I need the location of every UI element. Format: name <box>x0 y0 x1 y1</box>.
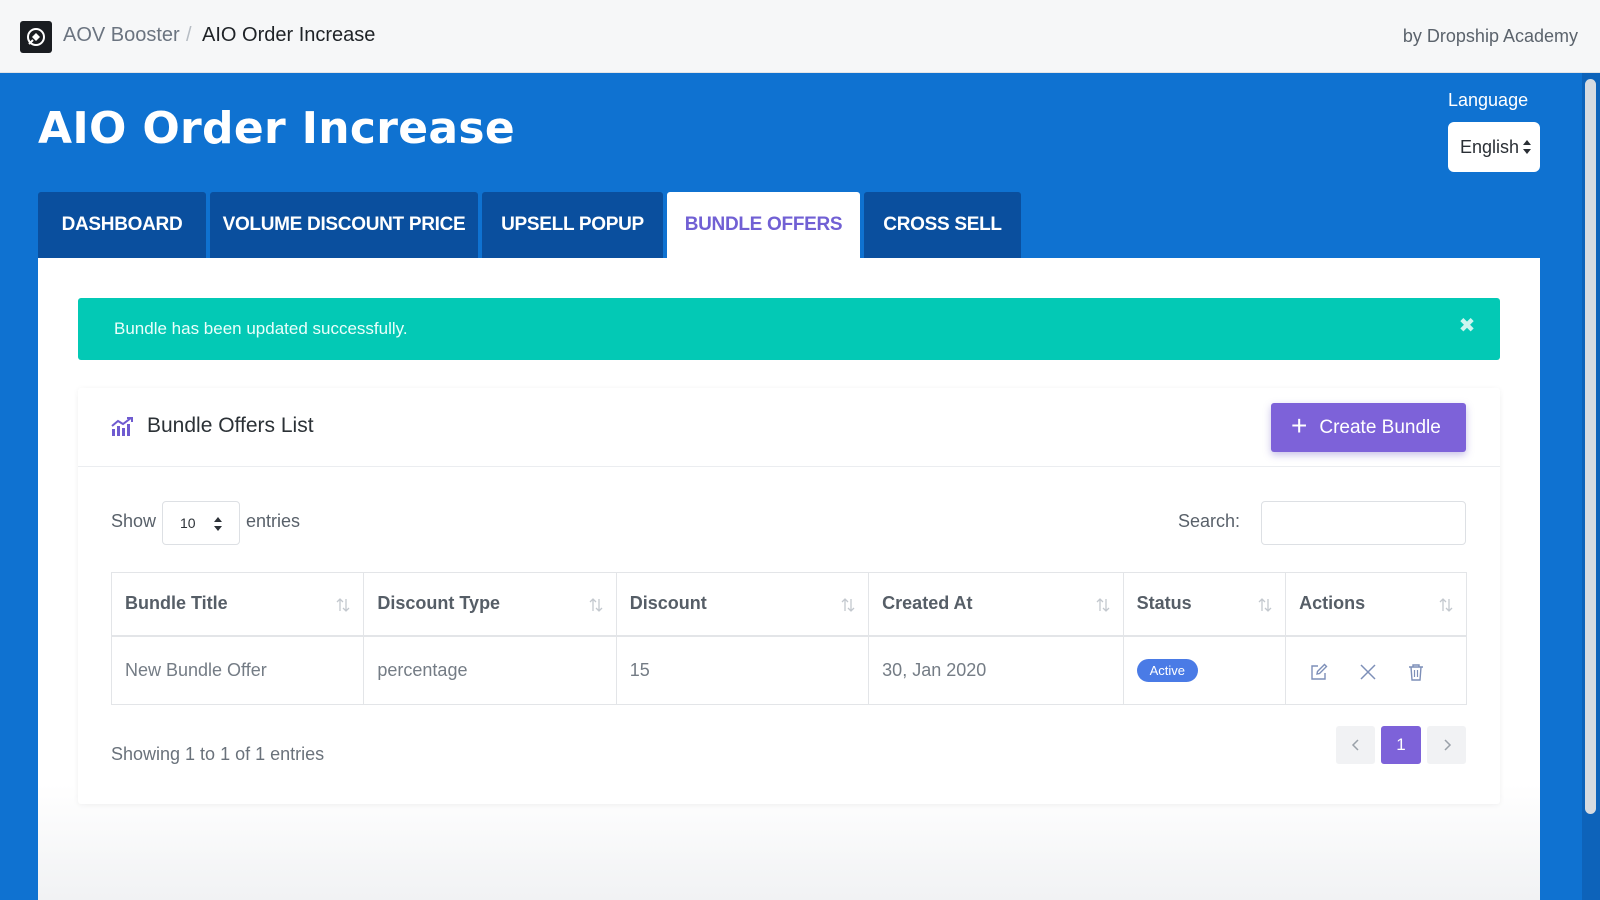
sort-icon <box>1096 598 1110 612</box>
page-scrollbar[interactable] <box>1582 73 1600 900</box>
edit-icon[interactable] <box>1310 663 1328 681</box>
chart-icon <box>111 417 133 436</box>
column-header-status[interactable]: Status <box>1122 572 1287 637</box>
column-label: Bundle Title <box>125 593 228 614</box>
breadcrumb-app[interactable]: AOV Booster <box>63 24 180 47</box>
language-label: Language <box>1448 90 1529 110</box>
cell-status: Active <box>1122 635 1287 705</box>
create-bundle-label: Create Bundle <box>1319 416 1441 438</box>
tab-dashboard[interactable]: Dashboard <box>38 192 206 258</box>
select-arrows-icon <box>1523 140 1531 154</box>
close-icon[interactable]: ✖ <box>1456 313 1478 337</box>
status-badge: Active <box>1136 658 1199 682</box>
disable-x-icon[interactable] <box>1359 663 1377 681</box>
page-title: AIO Order Increase <box>38 103 516 154</box>
column-label: Actions <box>1299 593 1366 614</box>
sort-icon <box>1439 598 1453 612</box>
column-header-discount[interactable]: Discount <box>615 572 870 637</box>
tab-cross-sell[interactable]: Cross Sell <box>864 192 1021 258</box>
column-header-discount-type[interactable]: Discount Type <box>363 572 617 637</box>
language-value: English <box>1460 136 1520 157</box>
column-label: Discount <box>629 593 707 614</box>
search-input[interactable] <box>1261 501 1466 545</box>
card-title: Bundle Offers List <box>147 414 314 437</box>
cell-actions <box>1285 635 1467 705</box>
success-alert: Bundle has been updated successfully. ✖ <box>78 298 1500 360</box>
entries-value: 10 <box>180 515 196 531</box>
tab-panel: Bundle has been updated successfully. ✖ … <box>38 258 1540 900</box>
app-logo[interactable] <box>20 21 52 53</box>
sort-icon <box>589 598 603 612</box>
table-row: New Bundle Offer percentage 15 30, Jan 2… <box>110 635 1467 705</box>
breadcrumb-separator: / <box>186 24 192 46</box>
table-header-row: Bundle Title Discount Type Discount Crea… <box>110 572 1467 637</box>
developer-credit[interactable]: by Dropship Academy <box>1403 26 1578 47</box>
pagination-info: Showing 1 to 1 of 1 entries <box>111 744 325 764</box>
search-label: Search: <box>1178 511 1241 531</box>
scrollbar-thumb[interactable] <box>1585 79 1596 814</box>
cell-created-at: 30, Jan 2020 <box>868 635 1124 705</box>
create-bundle-button[interactable]: + Create Bundle <box>1271 403 1466 452</box>
plus-icon: + <box>1291 410 1308 441</box>
column-header-actions[interactable]: Actions <box>1285 572 1467 637</box>
tab-upsell-popup[interactable]: Upsell Popup <box>482 192 663 258</box>
pagination-page-button[interactable]: 1 <box>1381 726 1421 764</box>
cell-discount: 15 <box>615 635 870 705</box>
pagination-next-button[interactable] <box>1427 726 1466 764</box>
sort-icon <box>336 598 350 612</box>
breadcrumb-page: AIO Order Increase <box>202 24 376 46</box>
cell-bundle-title: New Bundle Offer <box>110 635 365 705</box>
show-label: Show <box>111 511 157 531</box>
cell-discount-type: percentage <box>363 635 617 705</box>
pagination-prev-button[interactable] <box>1336 726 1375 764</box>
bundle-offers-card: Bundle Offers List + Create Bundle Show … <box>78 388 1500 804</box>
chevron-right-icon <box>1443 739 1451 751</box>
bundle-table: Bundle Title Discount Type Discount Crea… <box>110 572 1467 705</box>
tab-bundle-offers[interactable]: Bundle Offers <box>667 192 860 258</box>
column-label: Status <box>1136 593 1192 614</box>
entries-label: entries <box>246 511 301 531</box>
column-header-bundle-title[interactable]: Bundle Title <box>110 572 365 637</box>
alert-message: Bundle has been updated successfully. <box>114 319 408 338</box>
top-bar: AOV Booster / AIO Order Increase by Drop… <box>0 0 1600 73</box>
chevron-left-icon <box>1351 739 1359 751</box>
column-label: Created At <box>882 593 973 614</box>
logo-icon <box>27 28 45 46</box>
sort-icon <box>841 598 855 612</box>
column-label: Discount Type <box>377 593 501 614</box>
app-content: AIO Order Increase Language English Dash… <box>0 73 1582 900</box>
tab-volume-discount-price[interactable]: Volume Discount Price <box>210 192 478 258</box>
column-header-created-at[interactable]: Created At <box>868 572 1124 637</box>
card-header: Bundle Offers List + Create Bundle <box>78 388 1500 467</box>
language-select[interactable]: English <box>1448 122 1540 172</box>
trash-icon[interactable] <box>1407 663 1425 681</box>
entries-per-page-select[interactable]: 10 <box>162 501 240 545</box>
select-arrows-icon <box>214 517 222 531</box>
sort-icon <box>1258 598 1272 612</box>
